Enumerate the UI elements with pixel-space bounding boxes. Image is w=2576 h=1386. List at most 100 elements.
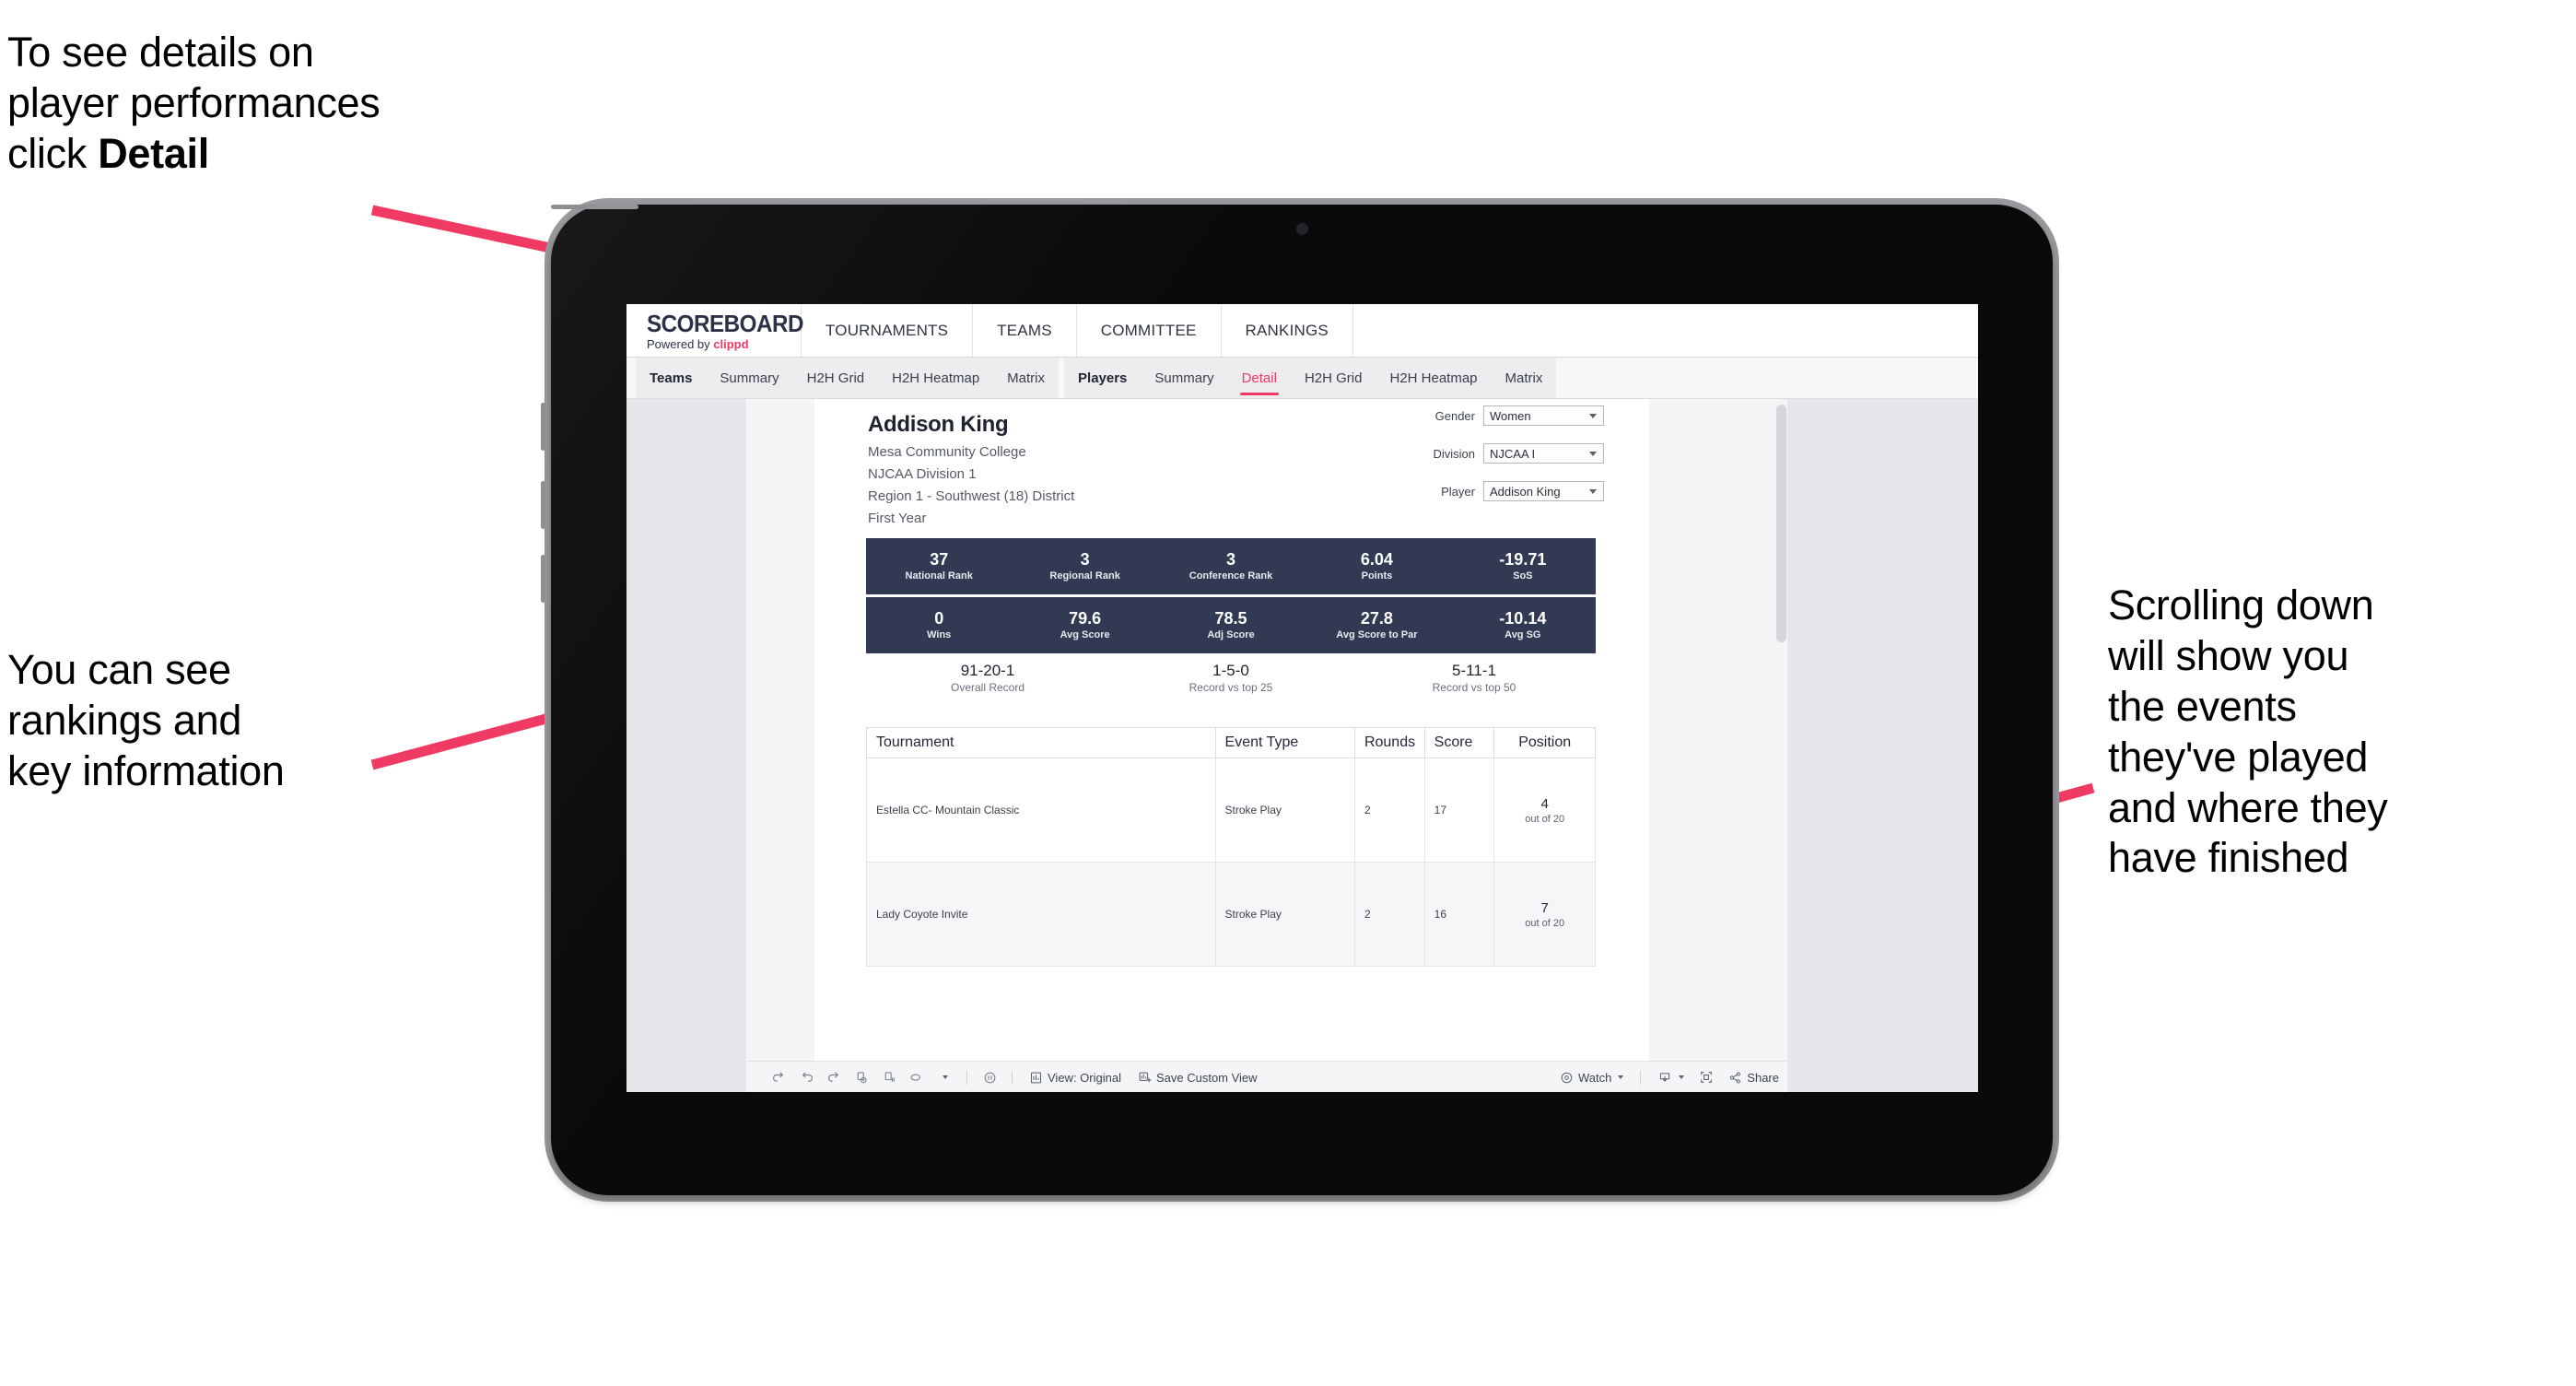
record-summary-row: 91-20-1 Overall Record 1-5-0 Record vs t… (866, 662, 1596, 694)
table-row[interactable]: Lady Coyote Invite Stroke Play 2 16 7 ou… (866, 862, 1596, 967)
cell-position: 4 out of 20 (1493, 758, 1596, 863)
refresh-data-icon[interactable] (848, 1065, 875, 1089)
tournament-results-table: Tournament Event Type Rounds Score Posit… (866, 727, 1596, 967)
annotation-mid-left: You can see rankings and key information (7, 646, 285, 794)
th-score[interactable]: Score (1423, 727, 1495, 758)
th-event-type[interactable]: Event Type (1214, 727, 1355, 758)
stat-value: 3 (1080, 549, 1090, 569)
watch-button[interactable]: Watch (1551, 1071, 1632, 1085)
pause-icon[interactable] (875, 1065, 903, 1089)
tab-teams-h2h-heatmap[interactable]: H2H Heatmap (878, 358, 993, 398)
record-overall: 91-20-1 Overall Record (866, 662, 1109, 694)
record-label: Record vs top 50 (1432, 681, 1516, 695)
position-subtext: out of 20 (1525, 813, 1565, 825)
tab-players-h2h-grid[interactable]: H2H Grid (1291, 358, 1376, 398)
tab-players[interactable]: Players (1064, 358, 1141, 398)
division-select[interactable]: NJCAA I (1483, 443, 1604, 464)
cell-score: 16 (1423, 862, 1495, 967)
tab-players-summary[interactable]: Summary (1141, 358, 1227, 398)
brand-title: SCOREBOARD (647, 309, 804, 337)
tab-teams-summary[interactable]: Summary (706, 358, 792, 398)
download-button[interactable] (1649, 1071, 1692, 1085)
save-custom-view-button[interactable]: Save Custom View (1130, 1071, 1266, 1085)
player-select[interactable]: Addison King (1483, 481, 1604, 501)
brand-logo[interactable]: SCOREBOARD Powered by clippd (626, 304, 804, 357)
cell-rounds: 2 (1353, 758, 1425, 863)
position-subtext: out of 20 (1525, 917, 1565, 929)
tab-teams-h2h-grid[interactable]: H2H Grid (793, 358, 879, 398)
player-filter-label: Player (1441, 484, 1475, 499)
stat-value: 0 (934, 608, 944, 628)
chevron-down-icon (943, 1075, 948, 1079)
tablet-top-button (551, 205, 638, 209)
chevron-down-icon (1618, 1075, 1624, 1079)
shape-dropdown-icon[interactable] (931, 1065, 958, 1089)
revert-icon[interactable] (820, 1065, 848, 1089)
tab-players-detail[interactable]: Detail (1228, 358, 1291, 398)
player-filter-row: Player Addison King (1418, 481, 1604, 501)
record-vs-top-50: 5-11-1 Record vs top 50 (1352, 662, 1596, 694)
record-label: Overall Record (950, 681, 1025, 695)
stats-band-rankings: 37 National Rank 3 Regional Rank 3 Confe… (866, 538, 1596, 594)
stat-label: Adj Score (1207, 629, 1255, 641)
player-year: First Year (868, 511, 927, 526)
dashboard-canvas: Addison King Mesa Community College NJCA… (746, 399, 1787, 1092)
nav-tournaments[interactable]: TOURNAMENTS (802, 304, 974, 357)
tablet-screen: SCOREBOARD Powered by clippd TOURNAMENTS… (626, 304, 1978, 1092)
stat-adj-score: 78.5 Adj Score (1158, 597, 1304, 653)
nav-committee[interactable]: COMMITTEE (1077, 304, 1222, 357)
th-rounds[interactable]: Rounds (1353, 727, 1425, 758)
vertical-scrollbar-track[interactable] (1775, 401, 1787, 1091)
th-tournament[interactable]: Tournament (866, 727, 1216, 758)
th-position[interactable]: Position (1493, 727, 1596, 758)
stat-avg-score: 79.6 Avg Score (1012, 597, 1157, 653)
stat-wins: 0 Wins (866, 597, 1012, 653)
cell-event-type: Stroke Play (1214, 758, 1355, 863)
pause-auto-update-icon[interactable] (976, 1065, 1003, 1089)
stat-label: Points (1361, 570, 1393, 582)
stat-avg-score-to-par: 27.8 Avg Score to Par (1304, 597, 1449, 653)
share-button[interactable]: Share (1720, 1071, 1787, 1085)
annotation-top-left-bold: Detail (98, 129, 209, 177)
division-filter-label: Division (1433, 446, 1475, 461)
player-select-value: Addison King (1490, 484, 1561, 499)
download-icon (1660, 1072, 1670, 1082)
chevron-down-icon (1679, 1075, 1685, 1079)
gender-select-value: Women (1490, 408, 1531, 423)
view-original-label: View: Original (1048, 1070, 1121, 1085)
division-filter-row: Division NJCAA I (1418, 443, 1604, 464)
fullscreen-icon[interactable] (1692, 1065, 1720, 1089)
secondary-tab-bar: Teams Summary H2H Grid H2H Heatmap Matri… (626, 358, 1978, 399)
undo-icon[interactable] (765, 1065, 792, 1089)
toolbar-separator (966, 1070, 967, 1085)
table-row[interactable]: Estella CC- Mountain Classic Stroke Play… (866, 758, 1596, 863)
nav-rankings[interactable]: RANKINGS (1222, 304, 1353, 357)
view-original-button[interactable]: View: Original (1021, 1071, 1130, 1085)
cell-score: 17 (1423, 758, 1495, 863)
redo-icon[interactable] (792, 1065, 820, 1089)
tab-teams-matrix[interactable]: Matrix (993, 358, 1059, 398)
nav-teams[interactable]: TEAMS (973, 304, 1077, 357)
record-value: 91-20-1 (960, 662, 1015, 679)
cell-tournament: Estella CC- Mountain Classic (866, 758, 1216, 863)
gender-select[interactable]: Women (1483, 405, 1604, 426)
position-value: 4 (1540, 795, 1549, 812)
vertical-scrollbar-thumb[interactable] (1776, 405, 1786, 642)
stat-regional-rank: 3 Regional Rank (1012, 538, 1157, 594)
shape-icon[interactable] (903, 1065, 931, 1089)
stat-value: -10.14 (1499, 608, 1547, 628)
dashboard-toolbar: View: Original Save Custom View Watch Sh… (746, 1061, 1787, 1092)
annotation-top-left: To see details on player performances cl… (7, 28, 615, 180)
tab-teams[interactable]: Teams (636, 358, 706, 398)
stat-value: -19.71 (1499, 549, 1547, 569)
player-name: Addison King (868, 412, 1009, 437)
stat-value: 78.5 (1214, 608, 1247, 628)
record-value: 1-5-0 (1212, 662, 1249, 679)
cell-position: 7 out of 20 (1493, 862, 1596, 967)
cell-rounds: 2 (1353, 862, 1425, 967)
stat-label: Conference Rank (1188, 570, 1273, 582)
chevron-down-icon (1589, 451, 1597, 456)
stat-value: 79.6 (1069, 608, 1102, 628)
tab-players-h2h-heatmap[interactable]: H2H Heatmap (1376, 358, 1491, 398)
tab-players-matrix[interactable]: Matrix (1492, 358, 1557, 398)
